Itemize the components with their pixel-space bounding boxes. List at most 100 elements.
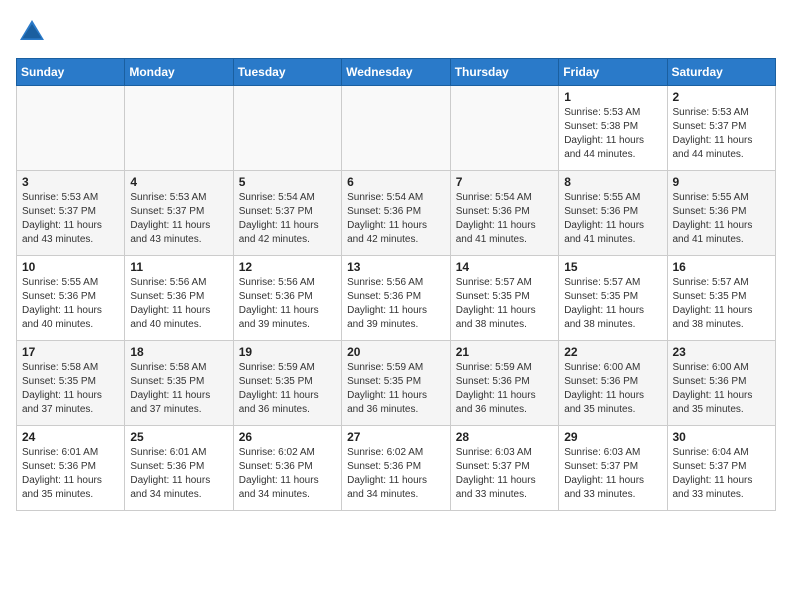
day-number: 9	[673, 175, 771, 189]
day-cell	[450, 86, 558, 171]
day-number: 30	[673, 430, 771, 444]
weekday-header-row: SundayMondayTuesdayWednesdayThursdayFrid…	[17, 59, 776, 86]
day-number: 10	[22, 260, 119, 274]
day-info: Sunrise: 5:53 AM Sunset: 5:37 PM Dayligh…	[673, 106, 771, 162]
weekday-header: Tuesday	[233, 59, 341, 86]
day-info: Sunrise: 5:59 AM Sunset: 5:36 PM Dayligh…	[456, 361, 553, 417]
day-cell: 6Sunrise: 5:54 AM Sunset: 5:36 PM Daylig…	[342, 171, 451, 256]
weekday-header: Sunday	[17, 59, 125, 86]
day-info: Sunrise: 6:02 AM Sunset: 5:36 PM Dayligh…	[347, 446, 445, 502]
day-info: Sunrise: 5:56 AM Sunset: 5:36 PM Dayligh…	[347, 276, 445, 332]
day-number: 12	[239, 260, 336, 274]
day-info: Sunrise: 5:54 AM Sunset: 5:36 PM Dayligh…	[456, 191, 553, 247]
day-cell: 23Sunrise: 6:00 AM Sunset: 5:36 PM Dayli…	[667, 341, 776, 426]
day-info: Sunrise: 6:03 AM Sunset: 5:37 PM Dayligh…	[564, 446, 661, 502]
day-info: Sunrise: 5:53 AM Sunset: 5:38 PM Dayligh…	[564, 106, 661, 162]
day-info: Sunrise: 6:02 AM Sunset: 5:36 PM Dayligh…	[239, 446, 336, 502]
day-cell: 28 Sunrise: 6:03 AM Sunset: 5:37 PM Dayli…	[450, 426, 558, 511]
day-number: 11	[130, 260, 227, 274]
day-cell	[233, 86, 341, 171]
day-cell: 3 Sunrise: 5:53 AM Sunset: 5:37 PM Daylig…	[17, 171, 125, 256]
day-cell	[125, 86, 233, 171]
day-number: 28	[456, 430, 553, 444]
day-number: 7	[456, 175, 553, 189]
day-info: Sunrise: 5:57 AM Sunset: 5:35 PM Dayligh…	[564, 276, 661, 332]
day-number: 19	[239, 345, 336, 359]
day-info: Sunrise: 6:00 AM Sunset: 5:36 PM Dayligh…	[673, 361, 771, 417]
logo-icon	[16, 16, 48, 48]
day-cell: 16 Sunrise: 5:57 AM Sunset: 5:35 PM Dayli…	[667, 256, 776, 341]
day-info: Sunrise: 5:58 AM Sunset: 5:35 PM Dayligh…	[22, 361, 119, 417]
day-info: Sunrise: 5:56 AM Sunset: 5:36 PM Dayligh…	[239, 276, 336, 332]
day-cell: 25 Sunrise: 6:01 AM Sunset: 5:36 PM Dayli…	[125, 426, 233, 511]
day-info: Sunrise: 5:58 AM Sunset: 5:35 PM Dayligh…	[130, 361, 227, 417]
day-info: Sunrise: 5:57 AM Sunset: 5:35 PM Dayligh…	[673, 276, 771, 332]
page-header	[16, 16, 776, 48]
day-info: Sunrise: 5:56 AM Sunset: 5:36 PM Dayligh…	[130, 276, 227, 332]
weekday-header: Thursday	[450, 59, 558, 86]
day-number: 14	[456, 260, 553, 274]
day-number: 27	[347, 430, 445, 444]
day-cell: 13 Sunrise: 5:56 AM Sunset: 5:36 PM Dayli…	[342, 256, 451, 341]
day-cell	[342, 86, 451, 171]
day-info: Sunrise: 5:57 AM Sunset: 5:35 PM Dayligh…	[456, 276, 553, 332]
day-cell: 11 Sunrise: 5:56 AM Sunset: 5:36 PM Dayli…	[125, 256, 233, 341]
day-number: 18	[130, 345, 227, 359]
day-cell: 22 Sunrise: 6:00 AM Sunset: 5:36 PM Dayli…	[559, 341, 667, 426]
weekday-header: Friday	[559, 59, 667, 86]
day-cell: 21 Sunrise: 5:59 AM Sunset: 5:36 PM Dayli…	[450, 341, 558, 426]
day-number: 17	[22, 345, 119, 359]
week-row: 3 Sunrise: 5:53 AM Sunset: 5:37 PM Daylig…	[17, 171, 776, 256]
weekday-header: Wednesday	[342, 59, 451, 86]
weekday-header: Saturday	[667, 59, 776, 86]
day-cell: 27 Sunrise: 6:02 AM Sunset: 5:36 PM Dayli…	[342, 426, 451, 511]
logo	[16, 16, 52, 48]
day-info: Sunrise: 5:59 AM Sunset: 5:35 PM Dayligh…	[239, 361, 336, 417]
day-info: Sunrise: 5:59 AM Sunset: 5:35 PM Dayligh…	[347, 361, 445, 417]
day-cell: 18 Sunrise: 5:58 AM Sunset: 5:35 PM Dayli…	[125, 341, 233, 426]
day-info: Sunrise: 5:54 AM Sunset: 5:36 PM Dayligh…	[347, 191, 445, 247]
day-cell: 8 Sunrise: 5:55 AM Sunset: 5:36 PM Daylig…	[559, 171, 667, 256]
day-number: 8	[564, 175, 661, 189]
day-number: 3	[22, 175, 119, 189]
day-info: Sunrise: 6:01 AM Sunset: 5:36 PM Dayligh…	[22, 446, 119, 502]
day-cell: 2 Sunrise: 5:53 AM Sunset: 5:37 PM Daylig…	[667, 86, 776, 171]
day-number: 13	[347, 260, 445, 274]
day-number: 2	[673, 90, 771, 104]
day-cell: 9 Sunrise: 5:55 AM Sunset: 5:36 PM Daylig…	[667, 171, 776, 256]
day-number: 29	[564, 430, 661, 444]
day-cell: 12 Sunrise: 5:56 AM Sunset: 5:36 PM Dayli…	[233, 256, 341, 341]
day-cell: 10Sunrise: 5:55 AM Sunset: 5:36 PM Dayli…	[17, 256, 125, 341]
day-number: 21	[456, 345, 553, 359]
day-number: 22	[564, 345, 661, 359]
day-info: Sunrise: 6:00 AM Sunset: 5:36 PM Dayligh…	[564, 361, 661, 417]
day-cell: 26Sunrise: 6:02 AM Sunset: 5:36 PM Dayli…	[233, 426, 341, 511]
day-info: Sunrise: 6:04 AM Sunset: 5:37 PM Dayligh…	[673, 446, 771, 502]
day-cell: 4Sunrise: 5:53 AM Sunset: 5:37 PM Daylig…	[125, 171, 233, 256]
day-number: 4	[130, 175, 227, 189]
day-info: Sunrise: 6:01 AM Sunset: 5:36 PM Dayligh…	[130, 446, 227, 502]
day-info: Sunrise: 6:03 AM Sunset: 5:37 PM Dayligh…	[456, 446, 553, 502]
day-number: 15	[564, 260, 661, 274]
calendar-table: SundayMondayTuesdayWednesdayThursdayFrid…	[16, 58, 776, 511]
day-info: Sunrise: 5:53 AM Sunset: 5:37 PM Dayligh…	[22, 191, 119, 247]
day-cell: 15 Sunrise: 5:57 AM Sunset: 5:35 PM Dayli…	[559, 256, 667, 341]
week-row: 1 Sunrise: 5:53 AM Sunset: 5:38 PM Daylig…	[17, 86, 776, 171]
day-number: 16	[673, 260, 771, 274]
day-info: Sunrise: 5:55 AM Sunset: 5:36 PM Dayligh…	[673, 191, 771, 247]
day-cell: 17 Sunrise: 5:58 AM Sunset: 5:35 PM Dayli…	[17, 341, 125, 426]
day-info: Sunrise: 5:54 AM Sunset: 5:37 PM Dayligh…	[239, 191, 336, 247]
day-cell: 29 Sunrise: 6:03 AM Sunset: 5:37 PM Dayli…	[559, 426, 667, 511]
day-number: 25	[130, 430, 227, 444]
day-cell: 14 Sunrise: 5:57 AM Sunset: 5:35 PM Dayli…	[450, 256, 558, 341]
weekday-header: Monday	[125, 59, 233, 86]
day-cell	[17, 86, 125, 171]
day-number: 20	[347, 345, 445, 359]
week-row: 24Sunrise: 6:01 AM Sunset: 5:36 PM Dayli…	[17, 426, 776, 511]
day-number: 1	[564, 90, 661, 104]
day-cell: 1 Sunrise: 5:53 AM Sunset: 5:38 PM Daylig…	[559, 86, 667, 171]
week-row: 10Sunrise: 5:55 AM Sunset: 5:36 PM Dayli…	[17, 256, 776, 341]
day-number: 5	[239, 175, 336, 189]
day-cell: 5 Sunrise: 5:54 AM Sunset: 5:37 PM Daylig…	[233, 171, 341, 256]
day-info: Sunrise: 5:55 AM Sunset: 5:36 PM Dayligh…	[564, 191, 661, 247]
